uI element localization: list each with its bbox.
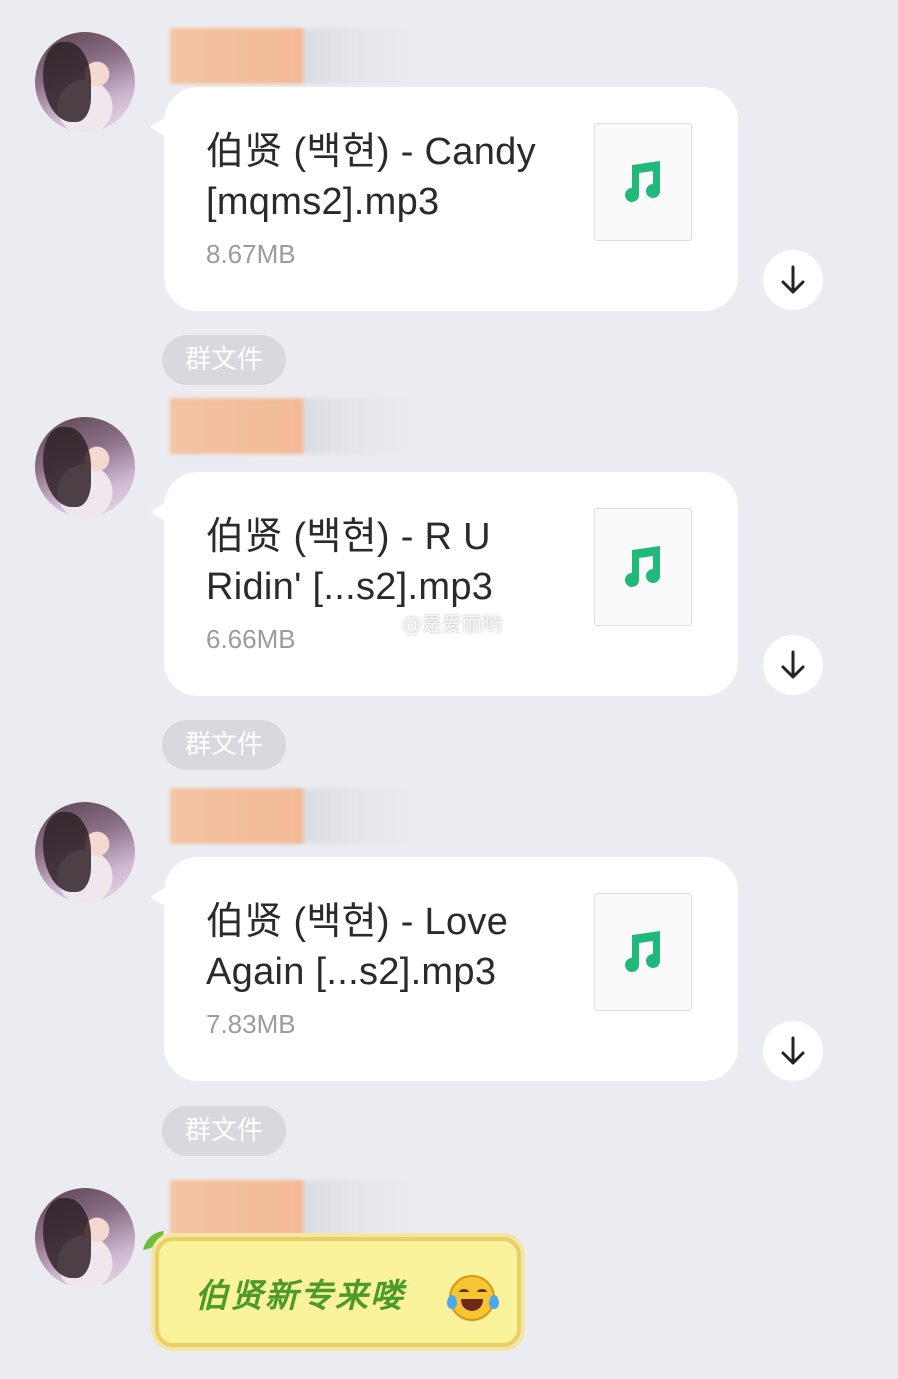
file-message-bubble[interactable]: 伯贤 (백현) - R U Ridin' [...s2].mp3 6.66MB [150, 472, 738, 696]
arrow-down-icon [781, 650, 805, 679]
music-note-icon [618, 157, 668, 207]
arrow-down-icon [781, 265, 805, 294]
group-file-tag[interactable]: 群文件 [162, 720, 286, 770]
file-thumbnail [594, 893, 692, 1011]
file-thumbnail [594, 508, 692, 626]
file-name: 伯贤 (백현) - Candy [mqms2].mp3 [206, 131, 536, 223]
sender-avatar[interactable] [35, 1188, 135, 1288]
music-note-icon [618, 542, 668, 592]
file-message-bubble[interactable]: 伯贤 (백현) - Candy [mqms2].mp3 8.67MB [150, 87, 738, 311]
arrow-down-icon [781, 1036, 805, 1065]
sender-name-blurred [170, 28, 410, 84]
music-note-icon [618, 927, 668, 977]
sender-avatar[interactable] [35, 802, 135, 902]
file-size: 8.67MB [206, 239, 296, 269]
sender-name-blurred [170, 398, 410, 454]
sender-name-blurred [170, 788, 410, 844]
sender-avatar[interactable] [35, 417, 135, 517]
download-button[interactable] [763, 250, 823, 310]
file-size: 6.66MB [206, 624, 296, 654]
weibo-icon [372, 612, 398, 639]
file-thumbnail [594, 123, 692, 241]
tears-of-joy-emoji [447, 1275, 499, 1321]
group-file-tag[interactable]: 群文件 [162, 1106, 286, 1156]
file-name: 伯贤 (백현) - R U Ridin' [...s2].mp3 [206, 516, 494, 608]
sticker-text: 伯贤新专来喽 [195, 1276, 405, 1315]
file-size: 7.83MB [206, 1009, 296, 1039]
sender-avatar[interactable] [35, 32, 135, 132]
watermark-text: @是爱丽哟 [402, 612, 502, 636]
group-file-tag[interactable]: 群文件 [162, 335, 286, 385]
watermark: @是爱丽哟 [372, 608, 502, 639]
file-name: 伯贤 (백현) - Love Again [...s2].mp3 [206, 901, 509, 993]
download-button[interactable] [763, 635, 823, 695]
sender-name-blurred [170, 1180, 410, 1236]
sticker-message[interactable]: 伯贤新专来喽 [155, 1237, 521, 1347]
download-button[interactable] [763, 1021, 823, 1081]
file-message-bubble[interactable]: 伯贤 (백현) - Love Again [...s2].mp3 7.83MB [150, 857, 738, 1081]
